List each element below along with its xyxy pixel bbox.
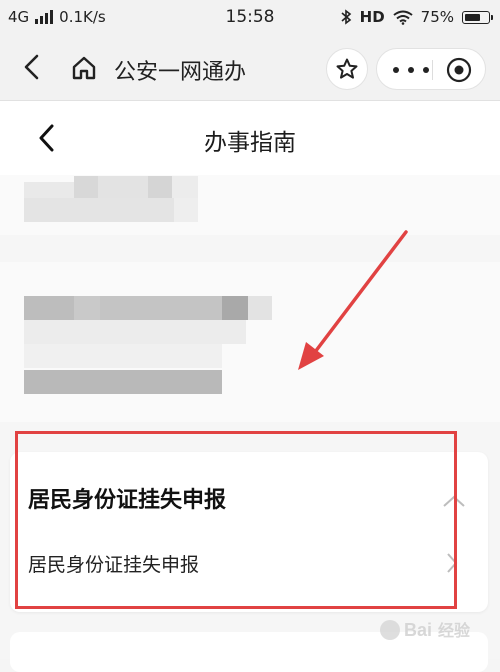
app-bar: 公安一网通办 bbox=[0, 34, 500, 101]
battery-percent: 75% bbox=[420, 8, 454, 26]
back-icon[interactable] bbox=[18, 52, 48, 82]
svg-text:经验: 经验 bbox=[438, 621, 471, 640]
home-icon[interactable] bbox=[70, 54, 98, 82]
status-bar: 4G 0.1K/s 15:58 HD 75% bbox=[0, 0, 500, 34]
status-right: HD 75% bbox=[340, 8, 493, 26]
page-header: 办事指南 bbox=[0, 101, 500, 175]
battery-icon bbox=[462, 10, 493, 24]
watermark-logo: Bai 经验 bbox=[380, 612, 490, 648]
more-icon[interactable] bbox=[393, 61, 429, 79]
favorite-button[interactable] bbox=[326, 48, 368, 90]
bluetooth-icon bbox=[341, 9, 351, 25]
close-icon[interactable] bbox=[446, 57, 472, 83]
star-icon bbox=[336, 58, 358, 79]
page-title: 办事指南 bbox=[204, 130, 296, 156]
battery-fill bbox=[465, 13, 480, 21]
annotation-highlight-box bbox=[15, 431, 457, 609]
mini-program-capsule bbox=[376, 48, 486, 90]
svg-text:Bai: Bai bbox=[404, 620, 432, 640]
app-title: 公安一网通办 bbox=[114, 60, 247, 85]
hd-label: HD bbox=[359, 8, 385, 26]
wifi-icon bbox=[393, 10, 413, 25]
